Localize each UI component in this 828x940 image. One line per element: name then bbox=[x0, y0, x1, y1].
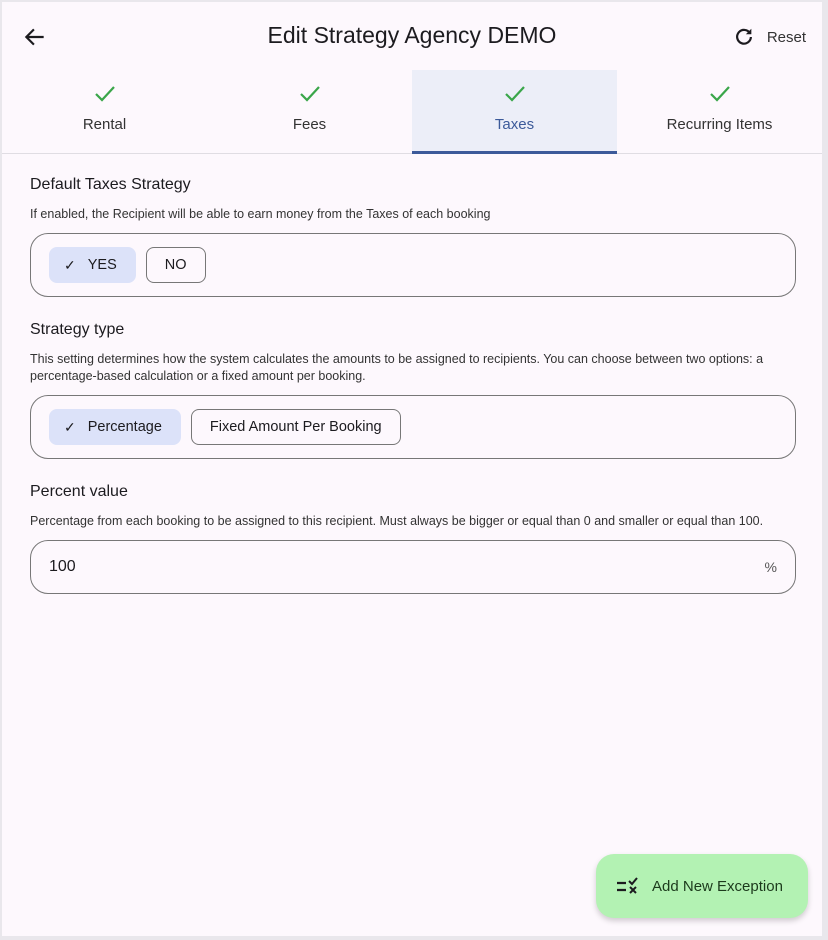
percentage-chip[interactable]: ✓ Percentage bbox=[49, 409, 181, 445]
fab-label: Add New Exception bbox=[652, 877, 783, 895]
fixed-amount-chip[interactable]: Fixed Amount Per Booking bbox=[190, 409, 401, 445]
tab-bar: Rental Fees Taxes Recurring Items bbox=[2, 70, 822, 154]
section-title: Default Taxes Strategy bbox=[30, 176, 191, 193]
percent-value-input[interactable]: 100 % bbox=[30, 540, 796, 594]
reset-label: Reset bbox=[766, 28, 806, 46]
percent-value-section: Percent value Percentage from each booki… bbox=[30, 483, 796, 594]
yes-chip[interactable]: ✓ YES bbox=[49, 247, 136, 283]
refresh-icon bbox=[735, 28, 752, 45]
tab-label: Recurring Items bbox=[666, 116, 773, 133]
top-app-bar: Edit Strategy Agency DEMO Reset bbox=[2, 2, 822, 70]
tab-rental[interactable]: Rental bbox=[2, 70, 207, 153]
section-title: Percent value bbox=[30, 483, 128, 500]
tab-fees[interactable]: Fees bbox=[207, 70, 412, 153]
section-description: If enabled, the Recipient will be able t… bbox=[30, 207, 491, 221]
tab-recurring-items[interactable]: Recurring Items bbox=[617, 70, 822, 153]
check-icon: ✓ bbox=[64, 418, 76, 435]
page-title: Edit Strategy Agency DEMO bbox=[267, 22, 557, 48]
section-description: This setting determines how the system c… bbox=[30, 352, 764, 383]
rule-icon bbox=[617, 877, 638, 894]
chip-label: NO bbox=[164, 257, 187, 273]
yes-no-selector: ✓ YES NO bbox=[30, 233, 796, 297]
tab-label: Taxes bbox=[494, 116, 535, 133]
default-taxes-section: Default Taxes Strategy If enabled, the R… bbox=[30, 176, 796, 297]
section-description: Percentage from each booking to be assig… bbox=[30, 514, 764, 528]
strategy-type-section: Strategy type This setting determines ho… bbox=[30, 321, 796, 459]
chip-label: Fixed Amount Per Booking bbox=[209, 419, 382, 435]
input-value: 100 bbox=[49, 558, 76, 575]
check-icon bbox=[94, 86, 115, 102]
tab-label: Fees bbox=[292, 116, 327, 133]
chip-label: YES bbox=[87, 257, 117, 273]
check-icon bbox=[709, 86, 730, 102]
section-title: Strategy type bbox=[30, 321, 125, 338]
no-chip[interactable]: NO bbox=[145, 247, 206, 283]
add-new-exception-button[interactable]: Add New Exception bbox=[596, 854, 808, 918]
reset-button[interactable]: Reset bbox=[733, 26, 806, 48]
tab-taxes[interactable]: Taxes bbox=[412, 70, 617, 154]
strategy-type-selector: ✓ Percentage Fixed Amount Per Booking bbox=[30, 395, 796, 459]
check-icon: ✓ bbox=[64, 256, 76, 273]
tab-label: Rental bbox=[82, 116, 127, 133]
check-icon bbox=[299, 86, 320, 102]
chip-label: Percentage bbox=[87, 419, 162, 435]
check-icon bbox=[504, 86, 525, 102]
percent-suffix: % bbox=[764, 559, 777, 575]
page: Edit Strategy Agency DEMO Reset Rental F… bbox=[2, 2, 822, 936]
